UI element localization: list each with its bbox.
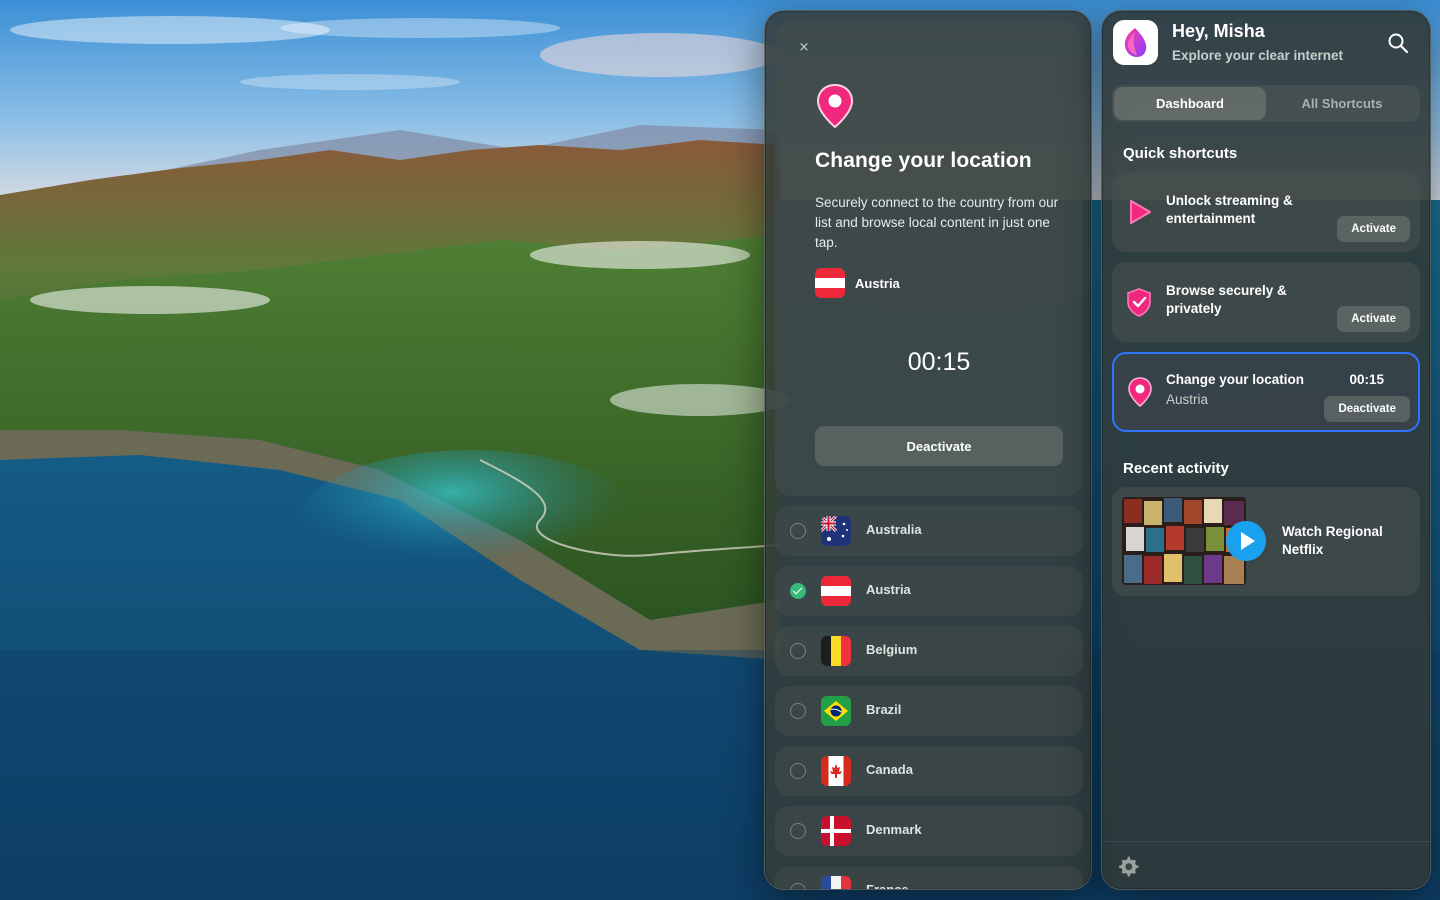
radio-icon[interactable] bbox=[790, 823, 806, 839]
country-name: Denmark bbox=[866, 822, 922, 837]
radio-icon[interactable] bbox=[790, 763, 806, 779]
canada-flag-icon bbox=[821, 756, 851, 786]
app-logo bbox=[1113, 20, 1158, 65]
country-item-brazil[interactable]: Brazil bbox=[775, 686, 1083, 736]
shield-check-icon bbox=[1127, 288, 1151, 317]
france-flag-icon bbox=[821, 876, 851, 889]
location-title: Change your location bbox=[815, 149, 1032, 172]
deactivate-button[interactable]: Deactivate bbox=[815, 426, 1063, 466]
selected-country-name: Austria bbox=[855, 275, 900, 291]
close-icon[interactable]: × bbox=[795, 39, 813, 57]
location-pin-icon bbox=[1128, 377, 1152, 408]
country-item-belgium[interactable]: Belgium bbox=[775, 626, 1083, 676]
country-name: Belgium bbox=[866, 642, 918, 657]
play-icon bbox=[1130, 200, 1151, 224]
shortcut-timer: 00:15 bbox=[1349, 372, 1384, 387]
location-pin-icon bbox=[816, 83, 854, 129]
denmark-flag-icon bbox=[821, 816, 851, 846]
country-name: Austria bbox=[866, 582, 911, 597]
country-item-canada[interactable]: Canada bbox=[775, 746, 1083, 796]
country-item-australia[interactable]: Australia bbox=[775, 506, 1083, 556]
tab-all-shortcuts[interactable]: All Shortcuts bbox=[1266, 87, 1418, 120]
shortcut-change-location[interactable]: Change your location Austria 00:15 Deact… bbox=[1112, 352, 1420, 432]
search-icon[interactable] bbox=[1386, 31, 1410, 55]
recent-activity-heading: Recent activity bbox=[1123, 460, 1229, 477]
location-description: Securely connect to the country from our… bbox=[815, 195, 1059, 250]
country-name: Brazil bbox=[866, 702, 902, 717]
greeting-subtitle: Explore your clear internet bbox=[1172, 48, 1344, 63]
activity-title: Watch Regional Netflix bbox=[1282, 524, 1383, 557]
change-location-panel: × Change your location Securely connect … bbox=[764, 10, 1092, 890]
brazil-flag-icon bbox=[821, 696, 851, 726]
recent-activity-item[interactable]: Watch Regional Netflix bbox=[1112, 487, 1420, 596]
radio-icon[interactable] bbox=[790, 703, 806, 719]
dashboard-panel: Hey, Misha Explore your clear internet D… bbox=[1101, 10, 1431, 890]
tab-dashboard[interactable]: Dashboard bbox=[1114, 87, 1266, 120]
deactivate-button[interactable]: Deactivate bbox=[1324, 396, 1410, 422]
quick-shortcuts-heading: Quick shortcuts bbox=[1123, 145, 1238, 162]
location-detail-card: × Change your location Securely connect … bbox=[775, 21, 1083, 496]
austria-flag-icon bbox=[815, 268, 845, 298]
radio-icon[interactable] bbox=[790, 643, 806, 659]
connection-timer: 00:15 bbox=[907, 348, 971, 376]
country-item-denmark[interactable]: Denmark bbox=[775, 806, 1083, 856]
shortcut-browse-securely[interactable]: Browse securely & privately Activate bbox=[1112, 262, 1420, 342]
footer-divider bbox=[1102, 841, 1430, 842]
country-name: France bbox=[866, 882, 909, 890]
activate-button[interactable]: Activate bbox=[1337, 306, 1410, 332]
activate-button[interactable]: Activate bbox=[1337, 216, 1410, 242]
shortcut-unlock-streaming[interactable]: Unlock streaming & entertainment Activat… bbox=[1112, 172, 1420, 252]
shortcut-subtitle: Austria bbox=[1166, 392, 1209, 407]
belgium-flag-icon bbox=[821, 636, 851, 666]
gear-icon[interactable] bbox=[1116, 854, 1140, 878]
austria-flag-icon bbox=[821, 576, 851, 606]
greeting-title: Hey, Misha bbox=[1172, 21, 1265, 41]
play-icon[interactable] bbox=[1226, 521, 1266, 561]
shortcut-title: Unlock streaming & entertainment bbox=[1166, 193, 1293, 226]
country-name: Canada bbox=[866, 762, 913, 777]
country-item-austria[interactable]: Austria bbox=[775, 566, 1083, 616]
tab-bar: Dashboard All Shortcuts bbox=[1112, 85, 1420, 122]
country-list: Australia Austria Belgium Brazil Canada … bbox=[775, 506, 1083, 890]
country-item-france[interactable]: France bbox=[775, 866, 1083, 890]
selected-country: Austria bbox=[815, 268, 900, 298]
radio-icon[interactable] bbox=[790, 883, 806, 889]
australia-flag-icon bbox=[821, 516, 851, 546]
check-icon[interactable] bbox=[790, 583, 806, 599]
shortcut-title: Change your location bbox=[1166, 372, 1305, 387]
radio-icon[interactable] bbox=[790, 523, 806, 539]
shortcut-title: Browse securely & privately bbox=[1166, 283, 1287, 316]
country-name: Australia bbox=[866, 522, 922, 537]
